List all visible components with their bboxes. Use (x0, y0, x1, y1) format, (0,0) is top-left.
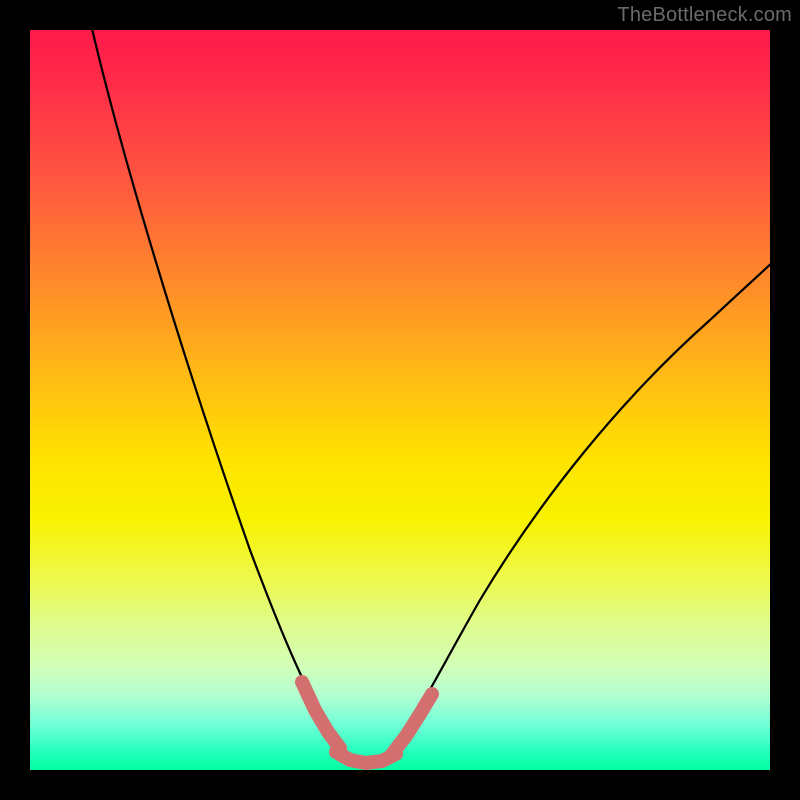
left-branch-curve (90, 30, 355, 760)
chart-plot-area (30, 30, 770, 770)
accent-left-segment (302, 682, 340, 748)
watermark-text: TheBottleneck.com (617, 4, 792, 27)
chart-svg (30, 30, 770, 770)
accent-right-segment (392, 694, 432, 754)
right-branch-curve (386, 260, 770, 760)
